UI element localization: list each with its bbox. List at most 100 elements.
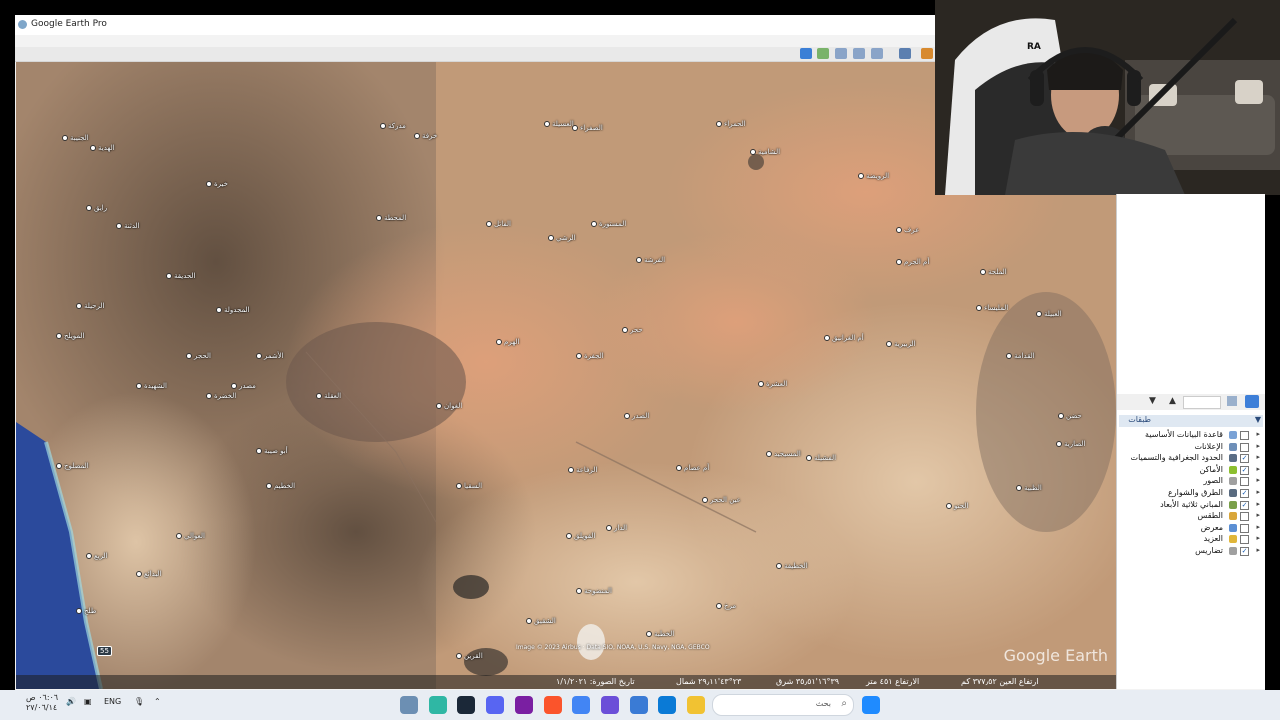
place-label[interactable]: القدامة xyxy=(1006,352,1035,360)
place-label[interactable]: الشقيق xyxy=(526,617,556,625)
place-label[interactable]: مرخ xyxy=(716,602,736,610)
place-label[interactable]: المسيجيد xyxy=(766,450,801,458)
search-field[interactable] xyxy=(1183,396,1221,409)
place-label[interactable]: طلح xyxy=(76,607,96,615)
store-icon[interactable] xyxy=(658,696,677,714)
google-earth-icon[interactable] xyxy=(400,696,418,714)
place-label[interactable]: الرفاعة xyxy=(568,466,597,474)
place-label[interactable]: الشهيدة xyxy=(136,382,167,390)
expand-arrow-icon[interactable]: ▸ xyxy=(1256,476,1260,484)
place-label[interactable]: الملحة xyxy=(980,268,1007,276)
place-label[interactable]: العشرة xyxy=(758,380,787,388)
expand-arrow-icon[interactable]: ▸ xyxy=(1256,500,1260,508)
place-label[interactable]: الأشمر xyxy=(256,352,284,360)
place-label[interactable]: الصفراء xyxy=(572,124,603,132)
layer-item[interactable]: ▸ ✓ المباني ثلاثية الأبعاد xyxy=(1119,500,1263,511)
place-label[interactable]: المليساء xyxy=(976,304,1008,312)
place-label[interactable]: عين الحجر xyxy=(702,496,741,504)
layer-item[interactable]: ▸ معرض xyxy=(1119,523,1263,534)
layer-item[interactable]: ▸ ✓ الطرق والشوارع xyxy=(1119,488,1263,499)
windows-start-icon[interactable] xyxy=(862,696,880,714)
expand-arrow-icon[interactable]: ▸ xyxy=(1256,465,1260,473)
expand-arrow-icon[interactable]: ▸ xyxy=(1256,453,1260,461)
place-label[interactable]: أم عصام xyxy=(676,464,709,472)
place-label[interactable]: أم الغرانيق xyxy=(824,334,864,342)
place-label[interactable]: الهرم xyxy=(496,338,520,346)
place-label[interactable]: الخطبة xyxy=(646,630,674,638)
expand-arrow-icon[interactable]: ▸ xyxy=(1256,442,1260,450)
place-label[interactable]: العبيلة xyxy=(1036,310,1062,318)
layer-checkbox[interactable]: ✓ xyxy=(1240,500,1249,510)
network-icon[interactable]: ▣ xyxy=(84,697,92,706)
place-label[interactable]: الريع xyxy=(86,552,108,560)
place-label[interactable]: الحنو xyxy=(946,502,968,510)
place-label[interactable]: الفاتل xyxy=(486,220,511,228)
place-label[interactable]: خيرة xyxy=(206,180,228,188)
place-label[interactable]: الشامية xyxy=(750,148,780,156)
chrome-icon[interactable] xyxy=(572,696,591,714)
brave-icon[interactable] xyxy=(543,696,562,714)
expand-arrow-icon[interactable]: ▸ xyxy=(1256,430,1260,438)
layer-item[interactable]: ▸ الصور xyxy=(1119,476,1263,487)
photos-icon[interactable] xyxy=(629,696,648,714)
place-label[interactable]: الخطيفة xyxy=(776,562,808,570)
chevron-up-icon[interactable]: ⌃ xyxy=(154,697,161,706)
sun-icon[interactable] xyxy=(800,48,812,59)
layer-checkbox[interactable] xyxy=(1240,442,1249,452)
place-label[interactable]: مدركة xyxy=(380,122,406,130)
place-label[interactable]: الخضرة xyxy=(206,392,236,400)
layer-checkbox[interactable]: ✓ xyxy=(1240,489,1249,498)
layer-checkbox[interactable]: ✓ xyxy=(1240,454,1249,464)
place-label[interactable]: حجر xyxy=(622,326,643,334)
place-label[interactable]: المحطة xyxy=(376,214,406,222)
photo-icon[interactable] xyxy=(817,48,829,59)
search-icon[interactable] xyxy=(1245,395,1259,408)
place-label[interactable]: العقلة xyxy=(316,392,341,400)
place-label[interactable]: المصلوح xyxy=(56,462,89,470)
layer-checkbox[interactable]: ✓ xyxy=(1240,465,1249,475)
app-s-icon[interactable] xyxy=(428,696,447,714)
place-label[interactable]: الجنيبة xyxy=(62,134,89,142)
place-label[interactable]: الحمراء xyxy=(716,120,746,128)
place-label[interactable]: الحجر xyxy=(186,352,211,360)
layer-item[interactable]: ▸ ✓ الحدود الجغرافية والتسميات xyxy=(1119,453,1263,464)
layers-panel-header[interactable]: ▼ طبقات xyxy=(1119,415,1263,427)
place-label[interactable]: البدائع xyxy=(136,570,161,578)
place-label[interactable]: العسيلة xyxy=(544,120,574,128)
place-label[interactable]: الرشي xyxy=(548,234,576,242)
arrow-up-icon[interactable]: ▲ xyxy=(1169,396,1176,406)
place-label[interactable]: الحديقة xyxy=(166,272,196,280)
save-image-icon[interactable] xyxy=(835,48,847,59)
arrow-down-icon[interactable]: ▼ xyxy=(1149,396,1156,406)
place-label[interactable]: مصدر xyxy=(231,382,256,390)
place-label[interactable]: الدثنة xyxy=(116,222,140,230)
layer-item[interactable]: ▸ الطقس xyxy=(1119,511,1263,522)
steam-icon[interactable] xyxy=(457,696,476,714)
place-label[interactable]: أم الجرم xyxy=(896,258,929,266)
print-icon[interactable] xyxy=(853,48,865,59)
place-label[interactable]: السقيا xyxy=(456,482,482,490)
email-icon[interactable] xyxy=(871,48,883,59)
place-label[interactable]: المنضوحة xyxy=(576,587,612,595)
place-label[interactable]: الصدر xyxy=(624,412,649,420)
place-label[interactable]: الرحيلة xyxy=(76,302,104,310)
expand-arrow-icon[interactable]: ▸ xyxy=(1256,546,1260,554)
place-label[interactable]: الجفرة xyxy=(576,352,604,360)
tour-icon[interactable] xyxy=(921,48,933,59)
layer-checkbox[interactable] xyxy=(1240,512,1249,522)
layer-item[interactable]: ▸ قاعدة البيانات الأساسية xyxy=(1119,430,1263,441)
place-label[interactable]: الفويلق xyxy=(566,532,595,540)
ruler-icon[interactable] xyxy=(899,48,911,59)
expand-arrow-icon[interactable]: ▸ xyxy=(1256,488,1260,496)
layer-item[interactable]: ▸ ✓ تضاريس xyxy=(1119,546,1263,557)
place-label[interactable]: رايق xyxy=(86,204,107,212)
place-label[interactable]: القرين xyxy=(456,652,483,660)
place-label[interactable]: أبو صيبة xyxy=(256,447,288,455)
microphone-icon[interactable]: 🎙 xyxy=(134,697,144,706)
panel-toggle-icon[interactable] xyxy=(1227,396,1237,406)
volume-icon[interactable]: 🔊 xyxy=(66,697,76,706)
chevron-down-icon[interactable]: ▼ xyxy=(1255,415,1261,424)
place-label[interactable]: الظبية xyxy=(1016,484,1042,492)
layer-checkbox[interactable]: ✓ xyxy=(1240,547,1249,556)
place-label[interactable]: الفشيلة xyxy=(806,454,836,462)
